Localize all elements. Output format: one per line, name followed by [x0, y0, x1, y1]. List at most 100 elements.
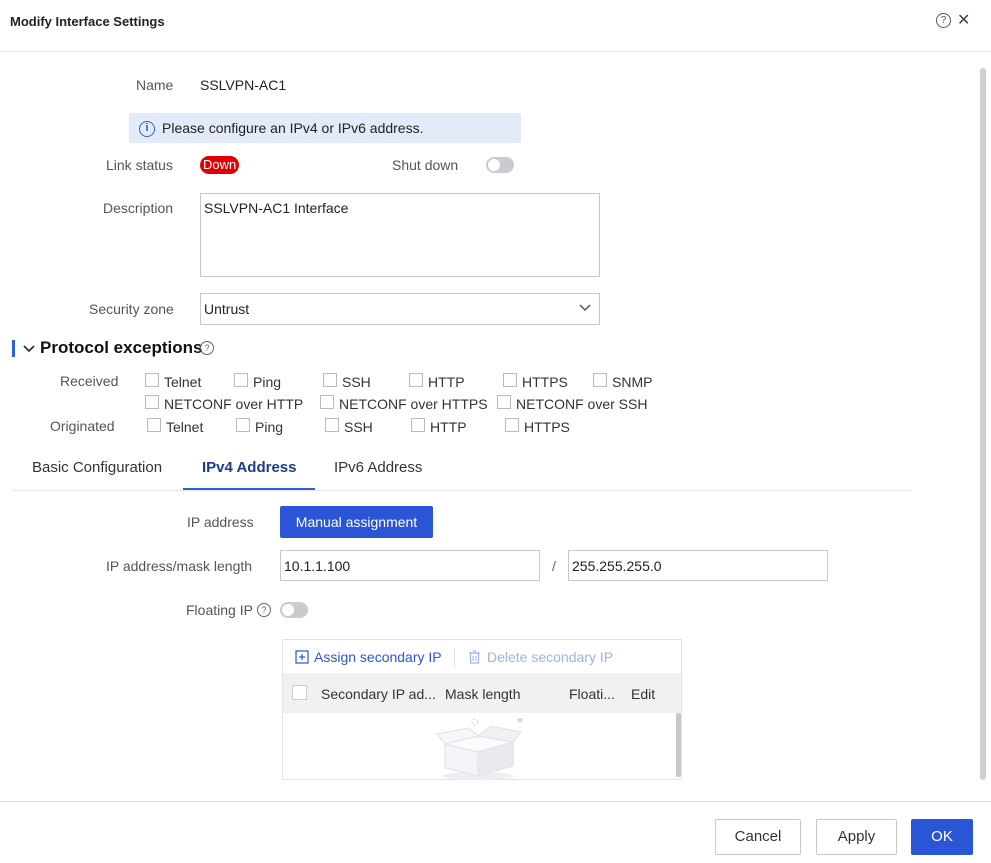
delete-secondary-ip-button[interactable]: Delete secondary IP [468, 649, 613, 665]
received-snmp-checkbox[interactable]: SNMP [593, 373, 653, 390]
ip-mask-separator: / [552, 558, 556, 574]
originated-http-checkbox[interactable]: HTTP [411, 418, 467, 435]
dialog-header: Modify Interface Settings ? ✕ [0, 0, 991, 52]
dialog-footer: Cancel Apply OK [0, 801, 991, 863]
select-all-checkbox[interactable] [292, 685, 307, 700]
checkbox-label: NETCONF over SSH [516, 396, 648, 412]
checkbox-label: NETCONF over HTTP [164, 396, 304, 412]
info-banner: i Please configure an IPv4 or IPv6 addre… [129, 113, 521, 143]
shutdown-toggle[interactable] [486, 157, 514, 173]
tab-divider [12, 490, 912, 491]
received-http-checkbox[interactable]: HTTP [409, 373, 465, 390]
description-textarea[interactable]: SSLVPN-AC1 Interface [200, 193, 600, 277]
info-message: Please configure an IPv4 or IPv6 address… [162, 120, 424, 136]
checkbox-label: Telnet [164, 374, 202, 390]
cancel-button[interactable]: Cancel [715, 819, 801, 855]
mask-input[interactable]: 255.255.255.0 [568, 550, 828, 581]
description-label: Description [103, 200, 174, 216]
checkbox-label: SNMP [612, 374, 653, 390]
checkbox-label: HTTPS [524, 419, 570, 435]
table-scrollbar[interactable] [676, 713, 681, 777]
checkbox-box [497, 395, 511, 409]
checkbox-box [323, 373, 337, 387]
dialog-title: Modify Interface Settings [10, 14, 165, 29]
received-https-checkbox[interactable]: HTTPS [503, 373, 568, 390]
column-edit: Edit [631, 686, 656, 702]
page-scrollbar[interactable] [980, 68, 986, 780]
floating-ip-toggle[interactable] [280, 602, 308, 618]
link-status-label: Link status [106, 157, 173, 173]
received-netconf-http-checkbox[interactable]: NETCONF over HTTP [145, 395, 304, 412]
shutdown-label: Shut down [392, 157, 459, 173]
table-header: Secondary IP ad... Mask length Floati...… [283, 673, 681, 713]
checkbox-label: HTTP [430, 419, 467, 435]
tab-ipv6-address[interactable]: IPv6 Address [334, 459, 422, 476]
originated-ssh-checkbox[interactable]: SSH [325, 418, 373, 435]
checkbox-box [325, 418, 339, 432]
floating-ip-help-icon[interactable]: ? [257, 603, 271, 617]
assign-secondary-ip-label: Assign secondary IP [314, 649, 442, 665]
checkbox-box [147, 418, 161, 432]
checkbox-label: HTTPS [522, 374, 568, 390]
ip-mask-label: IP address/mask length [106, 558, 253, 574]
floating-ip-label: Floating IP [186, 602, 253, 618]
add-icon [295, 650, 309, 664]
section-accent-bar [12, 340, 15, 357]
checkbox-label: NETCONF over HTTPS [339, 396, 488, 412]
delete-secondary-ip-label: Delete secondary IP [487, 649, 614, 665]
checkbox-box [236, 418, 250, 432]
checkbox-box [145, 395, 159, 409]
checkbox-box [234, 373, 248, 387]
received-netconf-ssh-checkbox[interactable]: NETCONF over SSH [497, 395, 648, 412]
originated-label: Originated [50, 418, 115, 434]
received-ping-checkbox[interactable]: Ping [234, 373, 282, 390]
column-mask-length: Mask length [445, 686, 521, 702]
checkbox-label: Ping [253, 374, 282, 390]
checkbox-box [593, 373, 607, 387]
toolbar-divider [454, 648, 455, 668]
checkbox-label: SSH [344, 419, 373, 435]
tab-basic-configuration[interactable]: Basic Configuration [32, 459, 162, 476]
checkbox-box [145, 373, 159, 387]
active-tab-indicator [183, 488, 315, 490]
assign-secondary-ip-button[interactable]: Assign secondary IP [295, 649, 442, 665]
empty-box-illustration [436, 718, 523, 780]
originated-https-checkbox[interactable]: HTTPS [505, 418, 570, 435]
checkbox-label: HTTP [428, 374, 465, 390]
checkbox-box [503, 373, 517, 387]
checkbox-box [505, 418, 519, 432]
checkbox-label: Telnet [166, 419, 204, 435]
checkbox-box [409, 373, 423, 387]
close-icon[interactable]: ✕ [957, 10, 970, 30]
checkbox-label: Ping [255, 419, 284, 435]
security-zone-select[interactable]: Untrust [200, 293, 600, 325]
security-zone-value: Untrust [204, 301, 250, 317]
checkbox-box [411, 418, 425, 432]
received-label: Received [60, 373, 119, 389]
ip-address-input[interactable]: 10.1.1.100 [280, 550, 540, 581]
checkbox-box [320, 395, 334, 409]
collapse-chevron-icon[interactable] [23, 338, 35, 361]
protocol-help-icon[interactable]: ? [200, 341, 214, 355]
tab-ipv4-address[interactable]: IPv4 Address [202, 459, 297, 476]
originated-telnet-checkbox[interactable]: Telnet [147, 418, 204, 435]
chevron-down-icon [579, 298, 591, 321]
column-secondary-ip: Secondary IP ad... [321, 686, 436, 702]
ip-address-label: IP address [187, 514, 254, 530]
apply-button[interactable]: Apply [816, 819, 897, 855]
help-icon[interactable]: ? [936, 13, 951, 28]
column-floating: Floati... [569, 686, 615, 702]
modify-interface-dialog: Modify Interface Settings ? ✕ Name SSLVP… [0, 0, 991, 863]
manual-assignment-button[interactable]: Manual assignment [280, 506, 433, 538]
name-label: Name [136, 77, 174, 93]
ok-button[interactable]: OK [911, 819, 973, 855]
received-ssh-checkbox[interactable]: SSH [323, 373, 371, 390]
security-zone-label: Security zone [89, 301, 174, 317]
originated-ping-checkbox[interactable]: Ping [236, 418, 284, 435]
secondary-ip-table: Assign secondary IP Delete secondary IP … [282, 639, 682, 780]
link-status-badge: Down [200, 156, 240, 174]
protocol-exceptions-title: Protocol exceptions [40, 338, 203, 357]
received-telnet-checkbox[interactable]: Telnet [145, 373, 202, 390]
received-netconf-https-checkbox[interactable]: NETCONF over HTTPS [320, 395, 488, 412]
info-icon: i [139, 121, 155, 137]
